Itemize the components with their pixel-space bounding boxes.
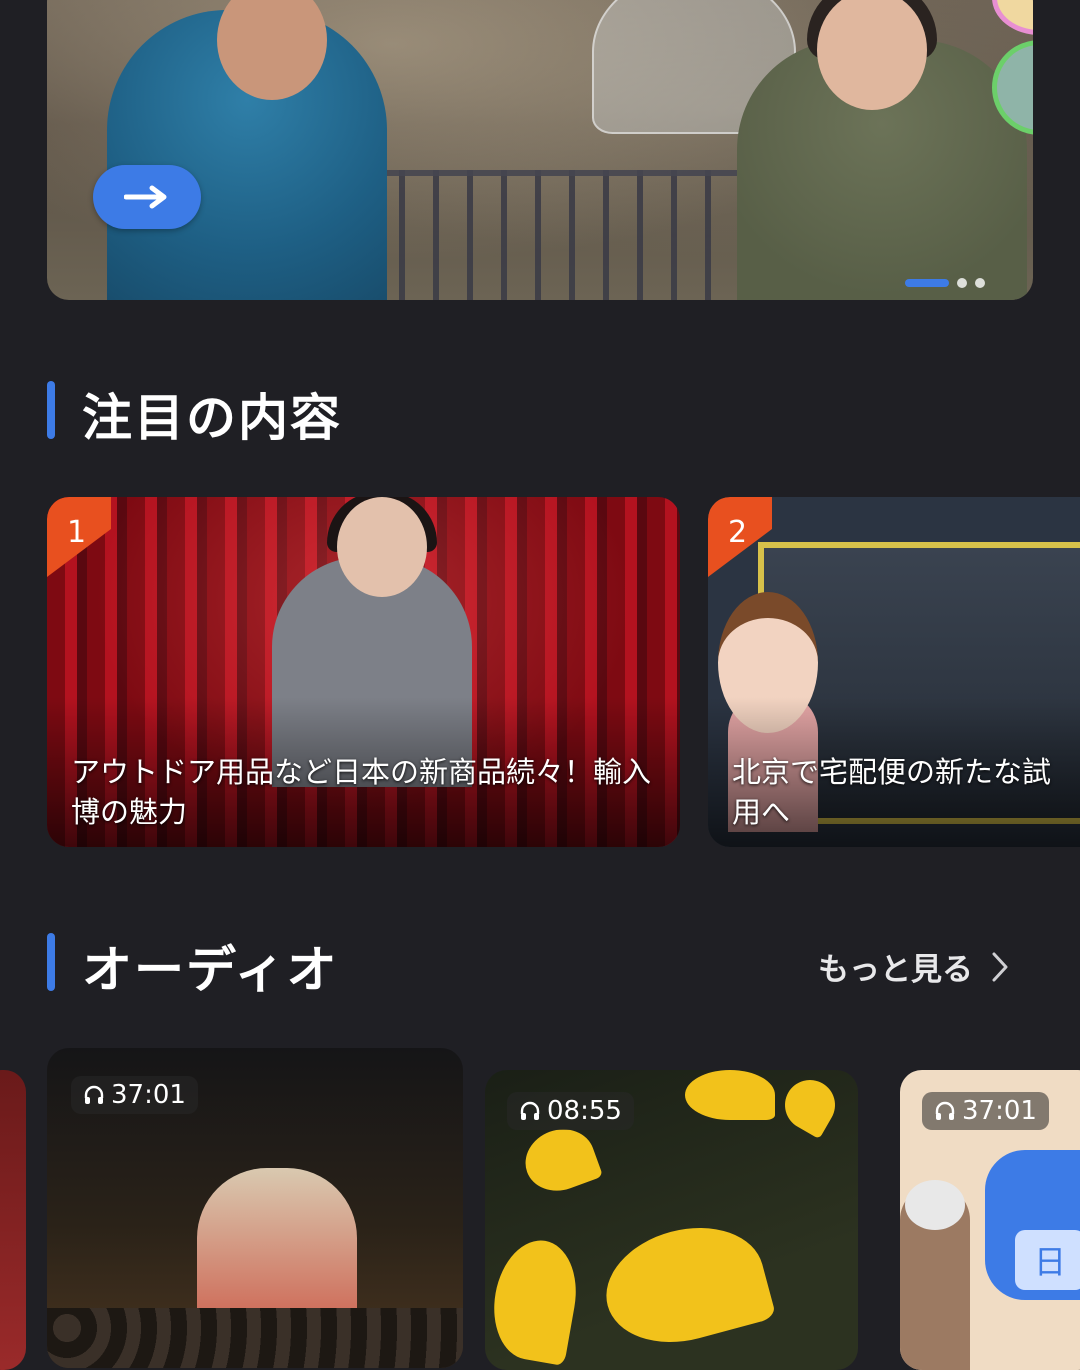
duration-badge: 37:01 [922, 1092, 1049, 1130]
featured-card[interactable]: 1 アウトドア用品など日本の新商品続々！輸入博の魅力 [47, 497, 680, 847]
carousel-dot-active [905, 279, 949, 287]
headphones-icon [84, 1085, 104, 1104]
audio-card[interactable]: 37:01 [47, 1048, 463, 1368]
carousel-dot[interactable] [975, 278, 985, 288]
duration-text: 37:01 [962, 1096, 1037, 1126]
featured-card-title: アウトドア用品など日本の新商品続々！輸入博の魅力 [71, 755, 652, 829]
headphones-icon [520, 1101, 540, 1120]
carousel-indicator [905, 278, 985, 288]
more-link[interactable]: もっと見る [818, 944, 1009, 989]
audio-image-leaf [775, 1070, 845, 1140]
headphones-icon [935, 1101, 955, 1120]
featured-card[interactable]: 2 北京で宅配便の新たな試用へ [708, 497, 1080, 847]
audio-card[interactable] [0, 1070, 26, 1370]
chevron-right-icon [992, 952, 1008, 981]
audio-section-title: オーディオ [82, 941, 339, 999]
audio-card[interactable]: 08:55 [485, 1070, 858, 1370]
audio-image-leaf [485, 1233, 585, 1367]
audio-image-leaf [516, 1119, 604, 1201]
more-link-label: もっと見る [818, 952, 973, 988]
card-image-presenter-head [337, 497, 427, 597]
audio-image-leaf [593, 1211, 777, 1359]
arrow-right-icon [124, 185, 167, 209]
rank-number: 2 [728, 515, 748, 550]
carousel-dot[interactable] [957, 278, 967, 288]
duration-text: 37:01 [111, 1080, 186, 1110]
duration-text: 08:55 [547, 1096, 622, 1126]
section-accent-bar [47, 933, 55, 991]
duration-badge: 37:01 [71, 1076, 198, 1114]
rank-number: 1 [67, 515, 87, 550]
featured-card-title: 北京で宅配便の新たな試用へ [732, 755, 1052, 829]
audio-card[interactable]: 日 37:01 [900, 1070, 1080, 1370]
banner-next-button[interactable] [93, 165, 201, 229]
duration-badge: 08:55 [507, 1092, 634, 1130]
banner-carousel[interactable] [47, 0, 1033, 300]
featured-section-title: 注目の内容 [82, 389, 342, 447]
audio-image-leaf [685, 1070, 775, 1120]
audio-image-person-hair [905, 1180, 965, 1230]
section-accent-bar [47, 381, 55, 439]
translate-icon: 日 [1015, 1230, 1080, 1290]
audio-image-crowd [47, 1308, 463, 1368]
